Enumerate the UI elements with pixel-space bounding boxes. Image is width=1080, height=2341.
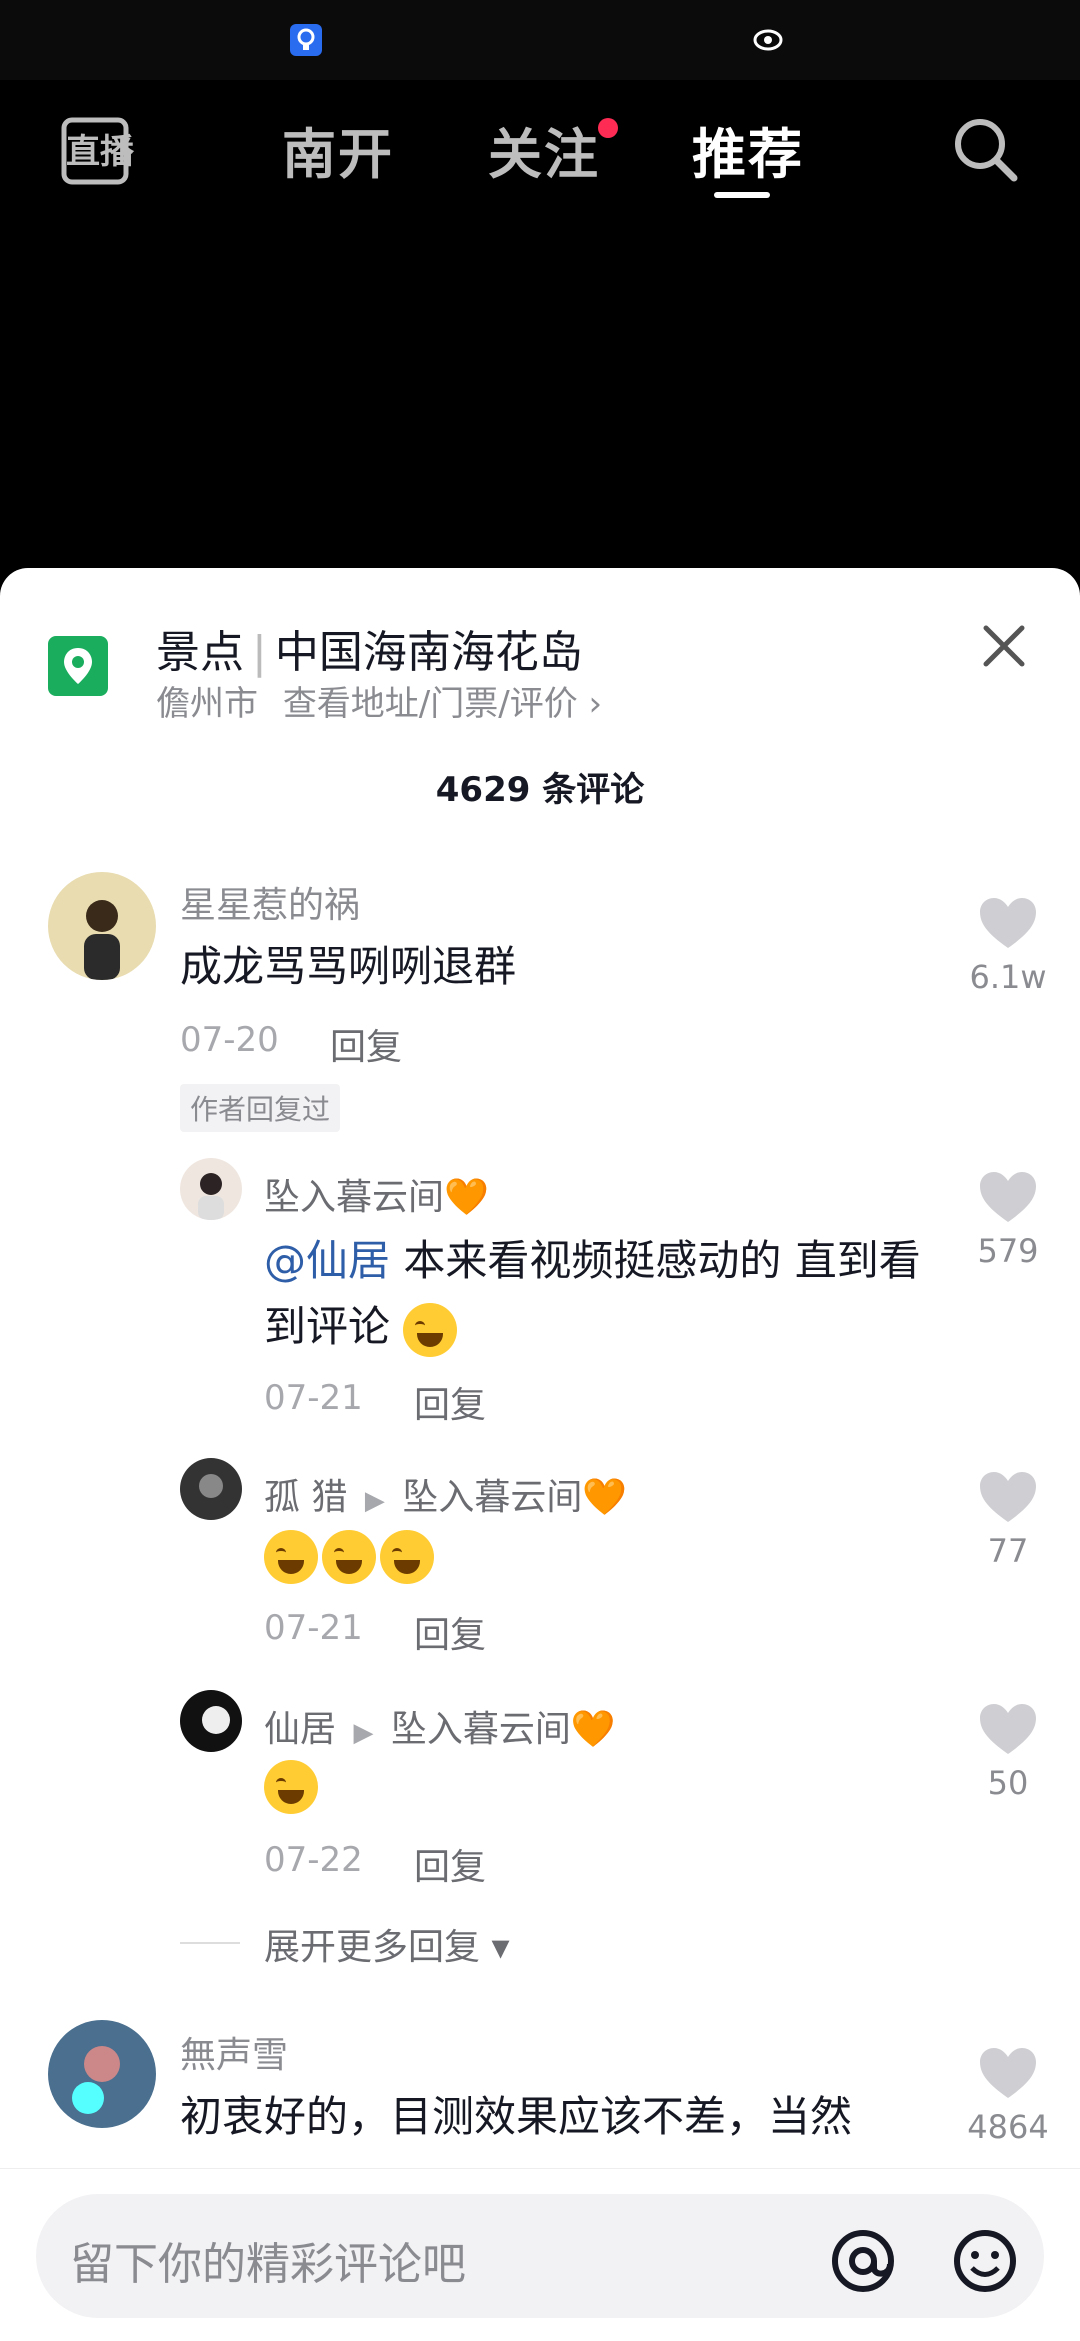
comment-input-placeholder: 留下你的精彩评论吧 xyxy=(70,2239,466,2290)
active-tab-indicator xyxy=(714,192,770,198)
avatar[interactable] xyxy=(48,2020,156,2128)
rolling-laughing-emoji-icon xyxy=(264,1530,318,1584)
like-button[interactable]: 4864 xyxy=(966,2046,1050,2146)
like-button[interactable]: 6.1w xyxy=(966,896,1050,996)
avatar[interactable] xyxy=(180,1690,242,1752)
location-city: 儋州市 xyxy=(156,684,258,724)
comment-username[interactable]: 星星惹的祸 xyxy=(180,876,360,928)
status-bar xyxy=(0,0,1080,80)
notification-icon xyxy=(290,24,322,56)
reply-username[interactable]: 孤 猎 ▶ 坠入暮云间🧡 xyxy=(264,1468,627,1520)
reply-date: 07-22 xyxy=(264,1840,363,1880)
like-button[interactable]: 50 xyxy=(966,1702,1050,1802)
reply-username[interactable]: 坠入暮云间🧡 xyxy=(264,1168,489,1220)
comment-text: 初衷好的，目测效果应该不差，当然 xyxy=(180,2092,853,2141)
like-count: 77 xyxy=(987,1532,1029,1570)
unread-dot xyxy=(598,118,618,138)
reply-button[interactable]: 回复 xyxy=(330,1018,402,1070)
tab-following[interactable]: 关注 xyxy=(488,110,600,189)
comments-count: 4629 条评论 xyxy=(435,770,645,810)
search-icon[interactable] xyxy=(952,116,1020,184)
reply-text: @仙居 本来看视频挺感动的 直到看到评论 xyxy=(264,1228,924,1360)
eye-icon xyxy=(753,29,783,51)
tab-nankai[interactable]: 南开 xyxy=(282,110,394,189)
author-replied-badge: 作者回复过 xyxy=(180,1084,341,1132)
avatar[interactable] xyxy=(180,1458,242,1520)
location-category: 景点 xyxy=(156,627,244,678)
comment-date: 07-20 xyxy=(180,1020,279,1060)
emoji-icon[interactable] xyxy=(950,2226,1020,2296)
avatar[interactable] xyxy=(48,872,156,980)
like-count: 4864 xyxy=(967,2108,1049,2146)
rolling-laughing-emoji-icon xyxy=(380,1530,434,1584)
reply-date: 07-21 xyxy=(264,1378,363,1418)
like-count: 6.1w xyxy=(969,958,1047,996)
crying-laughing-emoji-icon xyxy=(403,1302,458,1357)
reply-emojis xyxy=(264,1530,438,1584)
location-name: 中国海南海花岛 xyxy=(274,627,583,678)
like-button[interactable]: 579 xyxy=(966,1170,1050,1270)
reply-username[interactable]: 仙居 ▶ 坠入暮云间🧡 xyxy=(264,1700,616,1752)
expand-more-replies-button[interactable]: 展开更多回复 ▾ xyxy=(264,1918,510,1970)
rolling-laughing-emoji-icon xyxy=(322,1530,376,1584)
comments-sheet xyxy=(0,568,1080,2340)
heart-icon xyxy=(980,898,1036,948)
heart-icon xyxy=(980,1172,1036,1222)
like-count: 50 xyxy=(987,1764,1029,1802)
mention-icon[interactable] xyxy=(828,2226,898,2296)
mention-link[interactable]: @仙居 xyxy=(264,1236,390,1285)
location-pin-icon xyxy=(48,636,108,696)
location-details-link[interactable]: 查看地址/门票/评价 › xyxy=(283,684,602,724)
avatar[interactable] xyxy=(180,1158,242,1220)
live-label[interactable]: 直播 xyxy=(66,124,134,173)
heart-icon xyxy=(980,1704,1036,1754)
comment-text: 成龙骂骂咧咧退群 xyxy=(180,942,517,991)
reply-button[interactable]: 回复 xyxy=(414,1838,486,1890)
tab-recommended[interactable]: 推荐 xyxy=(692,110,804,189)
heart-icon xyxy=(980,1472,1036,1522)
crying-laughing-emoji-icon xyxy=(264,1760,318,1814)
divider xyxy=(180,1942,240,1944)
comment-username[interactable]: 無声雪 xyxy=(180,2026,288,2078)
reply-emojis xyxy=(264,1760,322,1814)
location-subtitle[interactable]: 儋州市 查看地址/门票/评价 › xyxy=(156,676,602,725)
reply-date: 07-21 xyxy=(264,1608,363,1648)
reply-button[interactable]: 回复 xyxy=(414,1606,486,1658)
close-icon[interactable] xyxy=(978,620,1030,672)
like-button[interactable]: 77 xyxy=(966,1470,1050,1570)
like-count: 579 xyxy=(977,1232,1039,1270)
reply-button[interactable]: 回复 xyxy=(414,1376,486,1428)
location-title[interactable]: 景点 | 中国海南海花岛 xyxy=(156,616,583,680)
heart-icon xyxy=(980,2048,1036,2098)
